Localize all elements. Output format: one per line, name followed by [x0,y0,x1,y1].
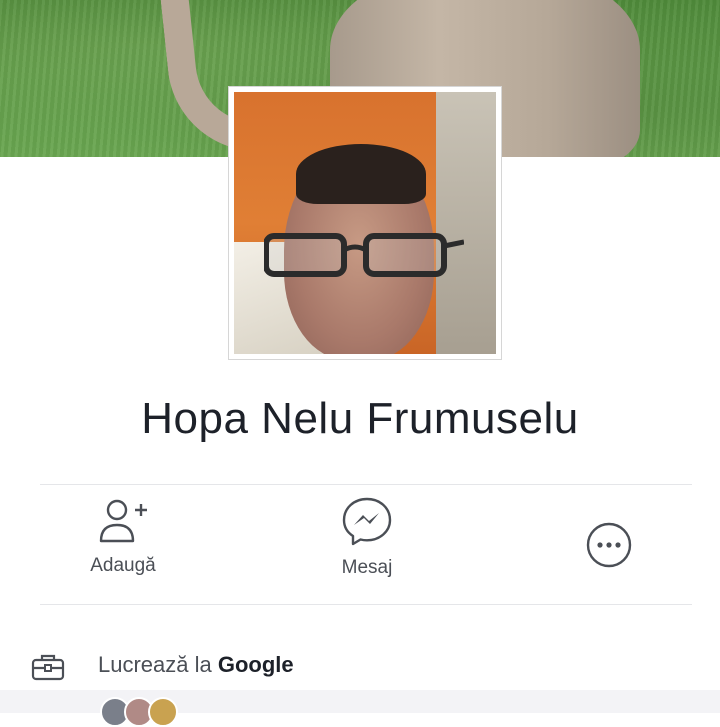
glasses-icon [264,233,464,277]
add-friend-icon [99,499,147,543]
profile-name: Hopa Nelu Frumuselu [141,394,579,443]
mutual-friends-row[interactable] [0,690,720,727]
messenger-icon [342,497,392,546]
divider-top [40,484,692,485]
message-label: Mesaj [341,557,393,578]
message-button[interactable]: Mesaj [317,495,417,579]
add-friend-label: Adaugă [90,555,156,576]
avatar-bg-wall [436,92,496,354]
more-options-button[interactable] [583,495,635,571]
profile-picture-image [234,92,496,354]
divider-bottom [40,604,692,605]
work-prefix: Lucrează la [98,652,218,677]
profile-actions: Adaugă Mesaj [0,495,720,595]
work-info: Lucrează la Google [0,640,720,690]
avatar-hair [296,144,426,204]
work-text[interactable]: Lucrează la Google [98,652,294,678]
more-options-icon [586,522,632,568]
work-company: Google [217,652,294,677]
friend-avatar [148,697,178,727]
profile-picture[interactable] [229,87,501,359]
briefcase-icon [31,654,65,681]
add-friend-button[interactable]: Adaugă [73,495,173,577]
